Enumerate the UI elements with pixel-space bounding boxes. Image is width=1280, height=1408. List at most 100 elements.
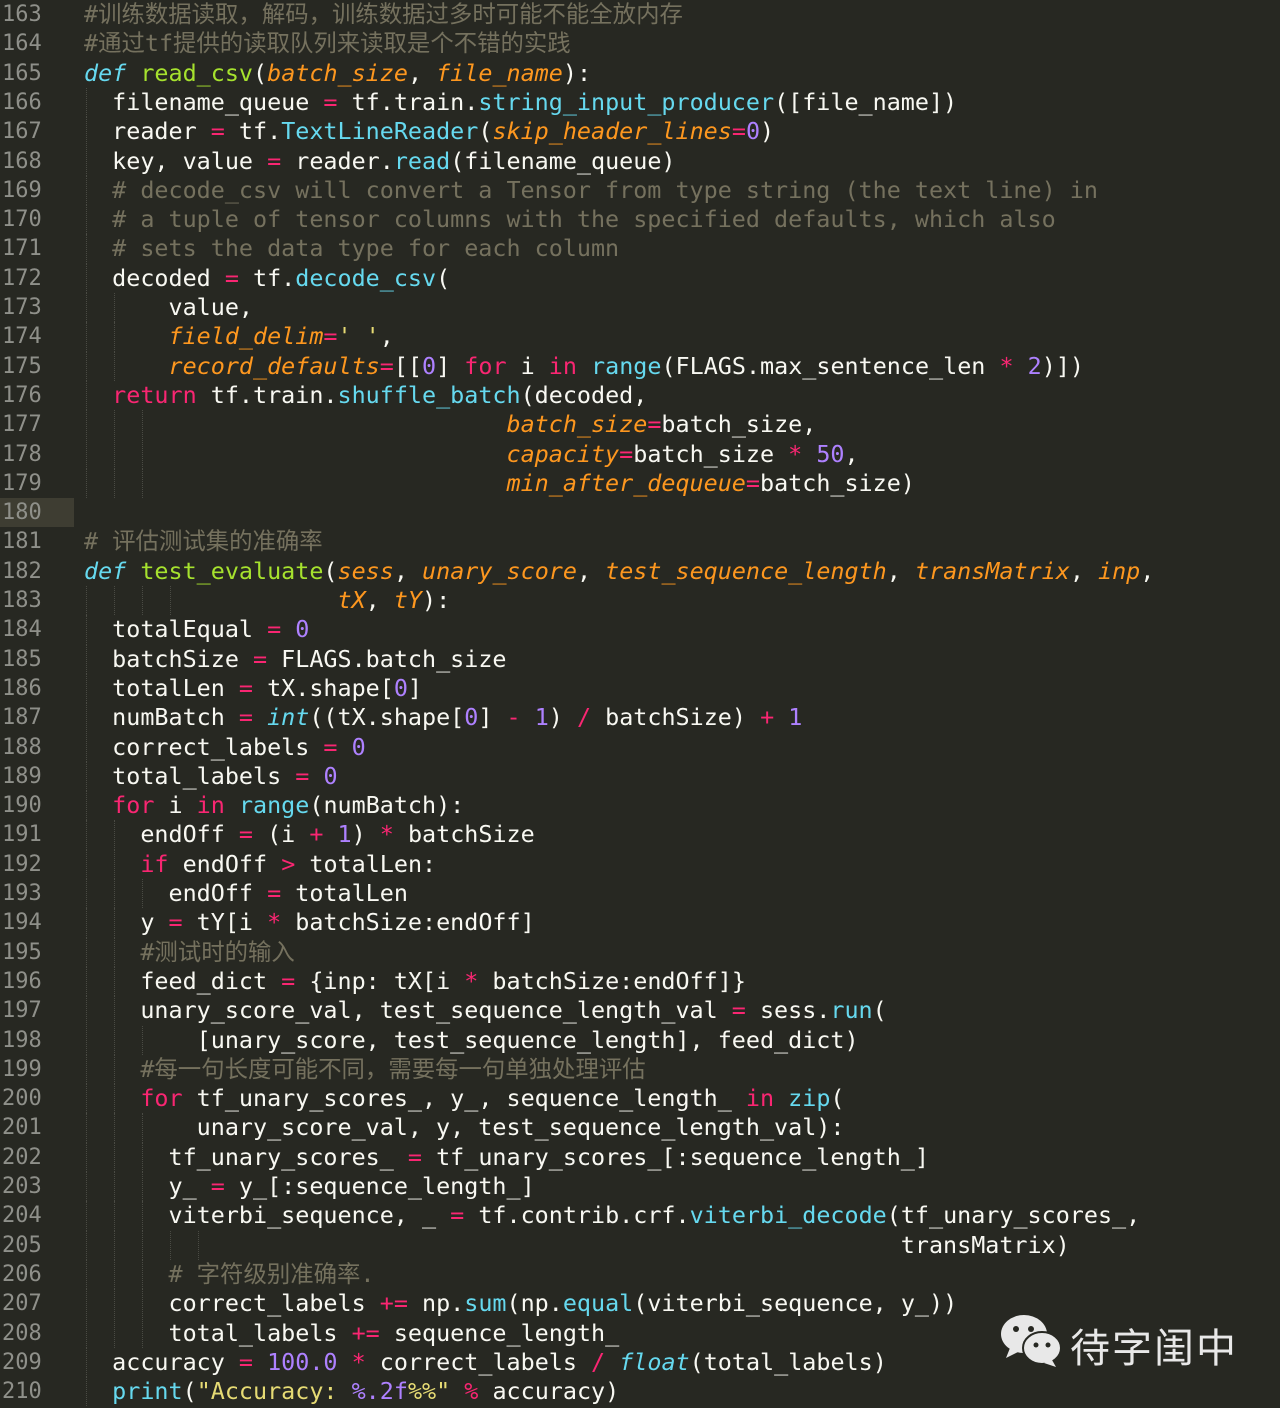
code-token: # 字符级别准确率.	[84, 1259, 375, 1288]
code-token: i	[154, 791, 197, 820]
code-line[interactable]: 200 for tf_unary_scores_, y_, sequence_l…	[0, 1084, 1280, 1114]
line-number: 195	[2, 939, 42, 965]
code-token: =	[224, 263, 239, 292]
code-token: [[	[393, 351, 423, 380]
code-line[interactable]: 178 capacity=batch_size * 50,	[0, 439, 1280, 469]
code-token: =	[168, 908, 183, 937]
code-token: )	[760, 117, 775, 146]
code-token: =	[647, 410, 662, 439]
code-line[interactable]: 181 # 评估测试集的准确率	[0, 527, 1280, 556]
code-line[interactable]: 180	[0, 498, 1280, 528]
code-token: y	[84, 908, 169, 937]
code-line[interactable]: 163 #训练数据读取，解码，训练数据过多时可能不能全放内存	[0, 0, 1280, 29]
code-line[interactable]: 194 y = tY[i * batchSize:endOff]	[0, 908, 1280, 938]
code-line[interactable]: 168 key, value = reader.read(filename_qu…	[0, 146, 1280, 176]
code-token: reader	[84, 117, 211, 146]
code-token: accuracy	[84, 1347, 239, 1376]
code-token: (	[253, 58, 268, 87]
code-line[interactable]: 185 batchSize = FLAGS.batch_size	[0, 644, 1280, 674]
code-line[interactable]: 175 record_defaults=[[0] for i in range(…	[0, 351, 1280, 381]
code-token: min_after_dequeue	[506, 468, 746, 497]
code-line[interactable]: 192 if endOff > totalLen:	[0, 849, 1280, 879]
code-token: FLAGS.batch_size	[267, 644, 507, 673]
code-line[interactable]: 201 unary_score_val, y, test_sequence_le…	[0, 1113, 1280, 1143]
line-number: 186	[2, 675, 42, 701]
code-line[interactable]: 177 batch_size=batch_size,	[0, 410, 1280, 440]
code-editor[interactable]: 163 #训练数据读取，解码，训练数据过多时可能不能全放内存 164 #通过tf提供的…	[0, 0, 1280, 1408]
code-line[interactable]: 170 # a tuple of tensor columns with the…	[0, 205, 1280, 235]
code-token: (np.	[506, 1289, 563, 1318]
code-line[interactable]: 188 correct_labels = 0	[0, 732, 1280, 762]
code-line[interactable]: 191 endOff = (i + 1) * batchSize	[0, 820, 1280, 850]
code-text: def read_csv(batch_size, file_name):	[84, 59, 591, 88]
code-line[interactable]: 193 endOff = totalLen	[0, 879, 1280, 909]
code-line[interactable]: 195 #测试时的输入	[0, 937, 1280, 967]
code-line[interactable]: 166 filename_queue = tf.train.string_inp…	[0, 87, 1280, 118]
code-token: "Accuracy:	[196, 1377, 352, 1406]
code-line[interactable]: 169 # decode_csv will convert a Tensor f…	[0, 175, 1280, 206]
code-line[interactable]: 184 totalEqual = 0	[0, 615, 1280, 645]
code-text: correct_labels = 0	[84, 733, 366, 762]
code-token: # decode_csv will convert a Tensor from …	[84, 175, 1098, 204]
code-token: =	[619, 439, 634, 468]
code-line[interactable]: 172 decoded = tf.decode_csv(	[0, 263, 1280, 293]
code-line[interactable]: 198 [unary_score, test_sequence_length],…	[0, 1025, 1280, 1055]
code-token: if	[140, 849, 169, 878]
code-line[interactable]: 199 #每一句长度可能不同，需要每一句单独处理评估	[0, 1054, 1280, 1085]
code-text: def test_evaluate(sess, unary_score, tes…	[84, 557, 1154, 586]
line-number: 191	[2, 822, 42, 848]
code-token: %.2f	[351, 1377, 408, 1406]
code-line[interactable]: 202 tf_unary_scores_ = tf_unary_scores_[…	[0, 1142, 1280, 1172]
code-line[interactable]: 205 transMatrix)	[0, 1230, 1280, 1260]
code-line[interactable]: 190 for i in range(numBatch):	[0, 791, 1280, 821]
code-line[interactable]: 173 value,	[0, 293, 1280, 323]
code-line[interactable]: 197 unary_score_val, test_sequence_lengt…	[0, 996, 1280, 1026]
code-line[interactable]: 186 totalLen = tX.shape[0]	[0, 673, 1280, 704]
line-number: 192	[2, 851, 42, 877]
code-token: reader.	[281, 146, 394, 175]
code-line[interactable]: 179 min_after_dequeue=batch_size)	[0, 468, 1280, 499]
code-token: batch_size	[506, 410, 648, 439]
code-line[interactable]: 182 def test_evaluate(sess, unary_score, …	[0, 557, 1280, 586]
code-token: for	[140, 1084, 183, 1113]
code-line[interactable]: 176 return tf.train.shuffle_batch(decode…	[0, 380, 1280, 411]
code-line[interactable]: 165 def read_csv(batch_size, file_name):	[0, 59, 1280, 88]
line-number: 206	[2, 1261, 42, 1287]
code-token: ,	[576, 556, 606, 585]
code-line[interactable]: 206 # 字符级别准确率.	[0, 1259, 1280, 1290]
code-line[interactable]: 189 total_labels = 0	[0, 761, 1280, 792]
code-token: =	[238, 673, 253, 702]
code-line[interactable]: 196 feed_dict = {inp: tX[i * batchSize:e…	[0, 966, 1280, 997]
code-token: endOff	[168, 849, 282, 878]
code-token: float	[619, 1347, 690, 1376]
code-line[interactable]: 167 reader = tf.TextLineReader(skip_head…	[0, 117, 1280, 147]
code-token: read_csv	[140, 58, 254, 87]
code-token: +=	[351, 1318, 380, 1347]
line-number: 193	[2, 881, 42, 906]
code-token: =	[267, 879, 282, 907]
code-token: y_[:sequence_length_]	[224, 1172, 535, 1200]
code-line[interactable]: 187 numBatch = int((tX.shape[0] - 1) / b…	[0, 703, 1280, 733]
code-text: #通过tf提供的读取队列来读取是个不错的实践	[84, 29, 571, 58]
line-number: 171	[2, 236, 42, 262]
code-line[interactable]: 183 tX, tY):	[0, 586, 1280, 616]
line-number: 172	[2, 265, 42, 291]
code-token: ]	[407, 673, 423, 702]
line-number: 209	[2, 1349, 42, 1375]
code-token: y_	[84, 1172, 211, 1200]
code-line[interactable]: 204 viterbi_sequence, _ = tf.contrib.crf…	[0, 1201, 1280, 1231]
code-line[interactable]: 171 # sets the data type for each column	[0, 234, 1280, 264]
code-text: totalLen = tX.shape[0]	[84, 674, 422, 703]
code-line[interactable]: 210 print("Accuracy: %.2f%%" % accuracy)	[0, 1377, 1280, 1407]
line-number: 190	[2, 793, 42, 819]
code-line[interactable]: 174 field_delim=' ',	[0, 322, 1280, 352]
watermark: 待字闺中	[1000, 1312, 1260, 1372]
code-line[interactable]: 164 #通过tf提供的读取队列来读取是个不错的实践	[0, 29, 1280, 58]
code-line[interactable]: 203 y_ = y_[:sequence_length_]	[0, 1172, 1280, 1202]
code-token: =	[323, 732, 338, 761]
code-text: # 评估测试集的准确率	[84, 527, 323, 556]
